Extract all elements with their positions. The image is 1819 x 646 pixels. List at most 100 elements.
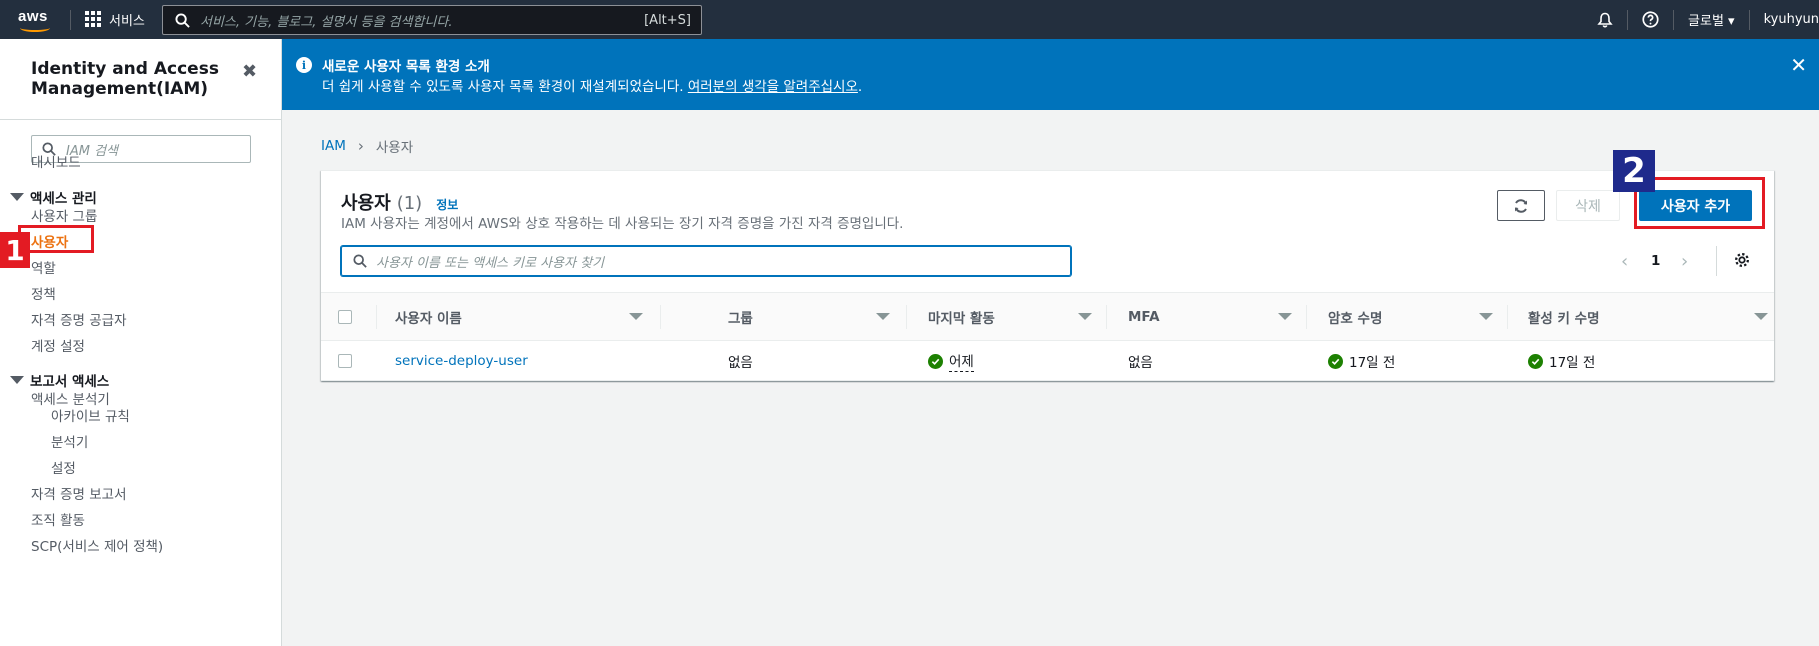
sidebar-title: Identity and Access Management(IAM) <box>31 59 219 99</box>
account-menu[interactable]: kyuhyun <box>1750 0 1819 39</box>
global-search-input[interactable]: 서비스, 기능, 블로그, 설명서 등을 검색합니다. [Alt+S] <box>162 5 702 35</box>
column-header-user-name[interactable]: 사용자 이름 <box>395 293 651 340</box>
sidebar-item-identity-providers[interactable]: 자격 증명 공급자 <box>31 309 127 329</box>
sort-icon <box>1754 313 1768 320</box>
column-header-last-activity[interactable]: 마지막 활동 <box>928 293 1118 340</box>
active-key-age-value: 17일 전 <box>1549 355 1596 371</box>
column-label: MFA <box>1128 308 1160 325</box>
column-header-mfa[interactable]: MFA <box>1128 293 1318 340</box>
aws-logo[interactable]: aws <box>18 6 58 34</box>
flash-body: 더 쉽게 사용할 수 있도록 사용자 목록 환경이 재설계되었습니다. 여러분의… <box>322 75 862 95</box>
column-header-password-age[interactable]: 암호 수명 <box>1328 293 1518 340</box>
services-menu-button[interactable]: 서비스 <box>85 8 145 30</box>
caret-down-icon <box>10 193 24 201</box>
sidebar-item-credential-report[interactable]: 자격 증명 보고서 <box>31 483 127 503</box>
sort-icon <box>629 313 643 320</box>
refresh-icon <box>1515 198 1527 213</box>
users-panel: 사용자 (1) 정보 IAM 사용자는 계정에서 AWS와 상호 작용하는 데 … <box>321 170 1774 381</box>
search-icon <box>353 254 367 268</box>
user-search-input[interactable]: 사용자 이름 또는 액세스 키로 사용자 찾기 <box>341 246 1071 276</box>
global-search-placeholder: 서비스, 기능, 블로그, 설명서 등을 검색합니다. <box>200 14 453 30</box>
chevron-right-icon[interactable]: › <box>1681 251 1688 272</box>
notifications-button[interactable] <box>1583 0 1627 39</box>
sidebar-section-access-reports[interactable]: 보고서 액세스 <box>10 370 109 390</box>
sidebar-item-archive-rules[interactable]: 아카이브 규칙 <box>51 405 130 425</box>
cell-group: 없음 <box>728 355 753 371</box>
sidebar-item-policies[interactable]: 정책 <box>31 283 56 303</box>
select-all-checkbox[interactable] <box>338 310 352 324</box>
cell-active-key-age: 17일 전 <box>1528 341 1595 381</box>
column-label: 암호 수명 <box>1328 310 1383 327</box>
sidebar-section-label: 액세스 관리 <box>30 191 97 207</box>
flash-notification: i 새로운 사용자 목록 환경 소개 더 쉽게 사용할 수 있도록 사용자 목록… <box>282 39 1819 110</box>
sidebar-item-organization-activity[interactable]: 조직 활동 <box>31 509 85 529</box>
cell-user-name: service-deploy-user <box>395 341 528 381</box>
flash-body-text: 더 쉽게 사용할 수 있도록 사용자 목록 환경이 재설계되었습니다. <box>322 79 688 95</box>
user-name-link[interactable]: service-deploy-user <box>395 353 528 369</box>
sidebar-item-dashboard[interactable]: 대시보드 <box>31 151 81 171</box>
step-badge-2: 2 <box>1613 150 1655 192</box>
iam-sidebar: Identity and Access Management(IAM) ✖ IA… <box>0 39 282 646</box>
breadcrumb: IAM › 사용자 <box>321 136 413 156</box>
page-number[interactable]: 1 <box>1651 253 1660 269</box>
step-badge-1: 1 <box>0 232 30 268</box>
breadcrumb-current: 사용자 <box>375 140 414 156</box>
breadcrumb-iam[interactable]: IAM <box>321 138 346 154</box>
column-divider <box>1306 305 1307 329</box>
info-link[interactable]: 정보 <box>436 196 458 213</box>
sidebar-section-access-management[interactable]: 액세스 관리 <box>10 187 97 207</box>
user-search-placeholder: 사용자 이름 또는 액세스 키로 사용자 찾기 <box>376 255 605 271</box>
help-button[interactable] <box>1628 0 1673 39</box>
check-circle-icon <box>928 353 943 369</box>
sort-icon <box>1479 313 1493 320</box>
column-label: 활성 키 수명 <box>1528 310 1600 327</box>
sidebar-item-analyzers[interactable]: 분석기 <box>51 431 88 451</box>
aws-logo-text: aws <box>18 8 48 25</box>
help-icon <box>1642 11 1659 28</box>
column-divider <box>1507 305 1508 329</box>
sidebar-item-settings[interactable]: 설정 <box>51 457 76 477</box>
column-label: 마지막 활동 <box>928 310 995 327</box>
sidebar-item-scp[interactable]: SCP(서비스 제어 정책) <box>31 535 163 555</box>
cell-last-activity: 어제 <box>928 341 974 381</box>
caret-down-icon <box>10 376 24 384</box>
last-activity-value[interactable]: 어제 <box>949 350 974 372</box>
row-checkbox[interactable] <box>338 354 352 368</box>
chevron-right-icon: › <box>357 137 364 155</box>
check-circle-icon <box>1328 353 1343 369</box>
cell-mfa: 없음 <box>1128 355 1153 371</box>
sidebar-section-label: 보고서 액세스 <box>30 374 110 390</box>
pagination: ‹ 1 › <box>1621 246 1801 276</box>
flash-body-suffix: . <box>857 79 863 95</box>
region-selector[interactable]: 글로벌 ▾ <box>1674 0 1749 39</box>
column-label: 사용자 이름 <box>395 310 462 327</box>
column-label: 그룹 <box>728 310 753 327</box>
sidebar-item-account-settings[interactable]: 계정 설정 <box>31 335 85 355</box>
sort-icon <box>1278 313 1292 320</box>
search-shortcut-hint: [Alt+S] <box>644 12 691 28</box>
bell-icon <box>1597 12 1613 27</box>
user-count: (1) <box>396 193 423 214</box>
close-icon[interactable]: ✖ <box>242 61 257 82</box>
pager-divider <box>1716 246 1717 276</box>
feedback-link[interactable]: 여러분의 생각을 알려주십시오 <box>688 79 858 95</box>
column-divider <box>660 305 661 329</box>
gear-icon[interactable] <box>1733 251 1751 269</box>
chevron-left-icon[interactable]: ‹ <box>1621 251 1628 272</box>
refresh-button[interactable] <box>1497 190 1545 221</box>
aws-smile-icon <box>20 24 50 32</box>
sidebar-item-user-groups[interactable]: 사용자 그룹 <box>31 205 97 225</box>
sidebar-item-roles[interactable]: 역할 <box>31 257 56 277</box>
column-header-group[interactable]: 그룹 <box>728 293 918 340</box>
column-divider <box>376 305 377 329</box>
table-row: service-deploy-user 없음 어제 없음 17일 전 17일 전 <box>321 341 1774 381</box>
delete-button[interactable]: 삭제 <box>1556 190 1620 221</box>
password-age-value: 17일 전 <box>1349 355 1396 371</box>
panel-description: IAM 사용자는 계정에서 AWS와 상호 작용하는 데 사용되는 장기 자격 … <box>341 216 904 232</box>
search-icon <box>175 13 190 28</box>
sidebar-divider <box>0 119 281 120</box>
column-divider <box>906 305 907 329</box>
cell-password-age: 17일 전 <box>1328 341 1395 381</box>
column-header-active-key-age[interactable]: 활성 키 수명 <box>1528 293 1768 340</box>
close-icon[interactable]: ✕ <box>1790 53 1807 77</box>
